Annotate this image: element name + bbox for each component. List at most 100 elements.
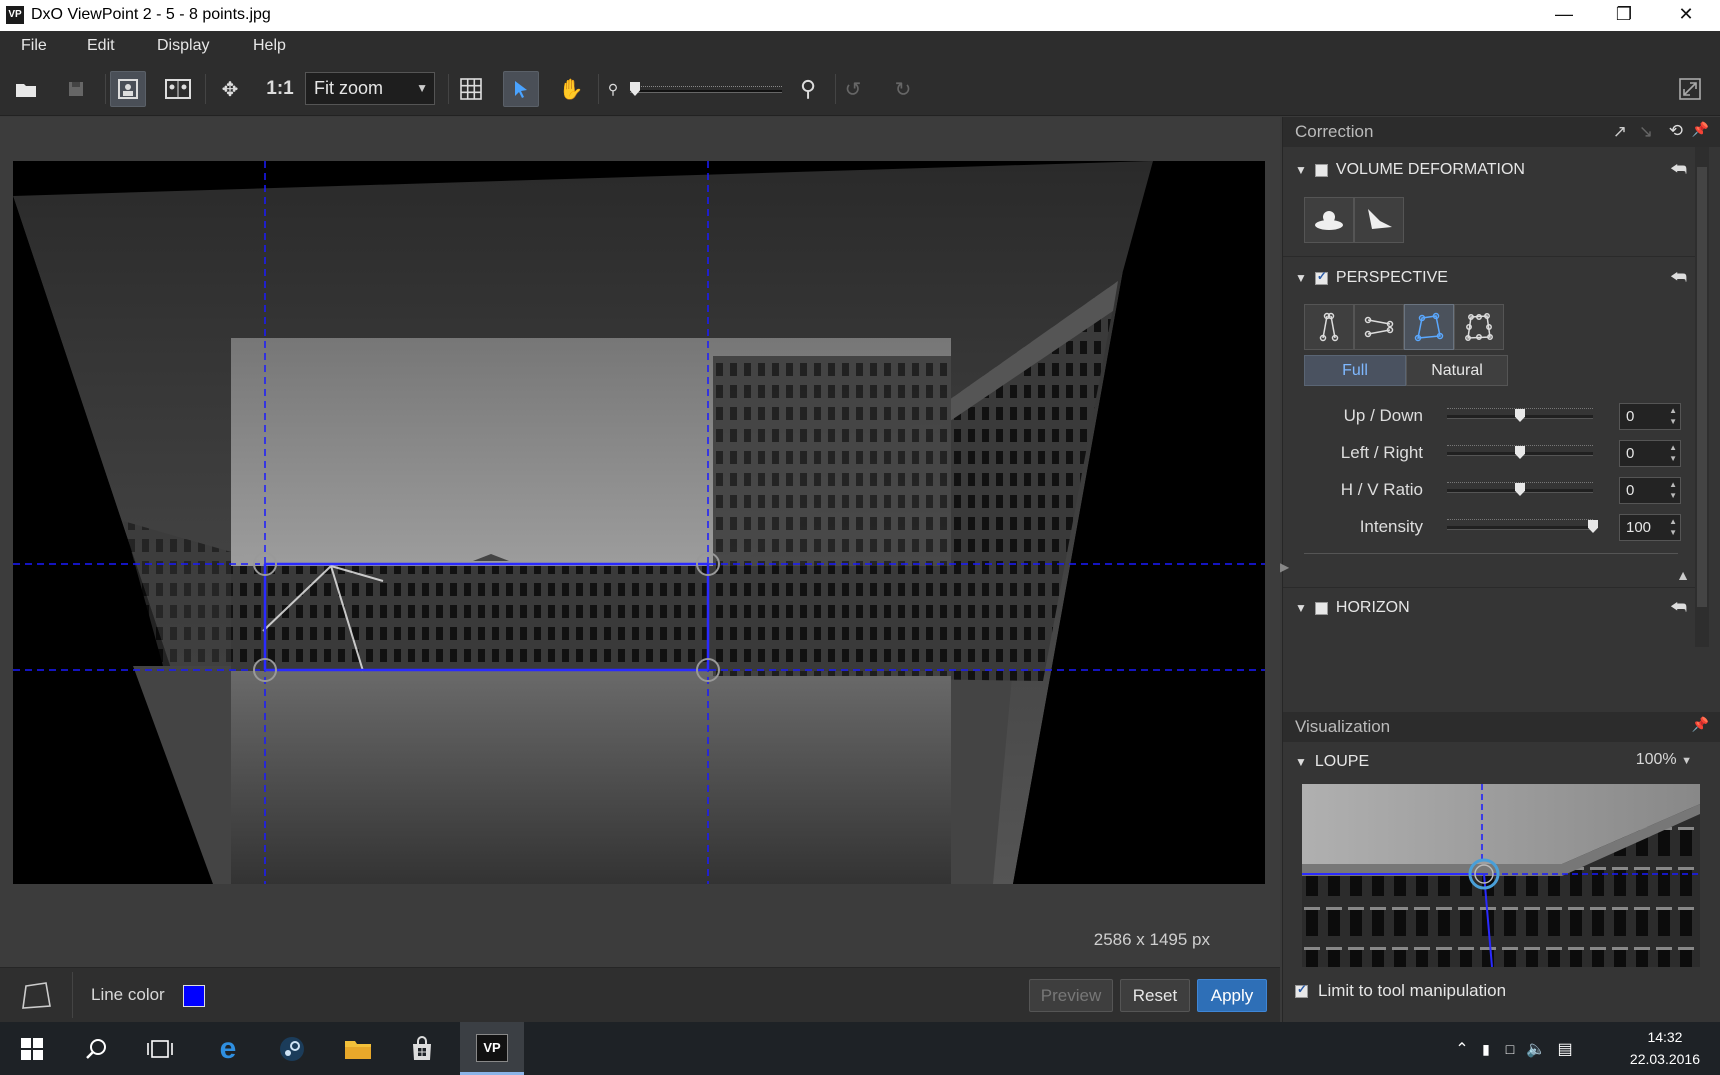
chevron-down-icon: ▼ (1681, 755, 1692, 767)
save-icon[interactable] (58, 71, 94, 107)
slider-label: H / V Ratio (1340, 480, 1423, 499)
grid-icon[interactable] (453, 71, 489, 107)
menu-display[interactable]: Display (157, 37, 209, 55)
battery-icon[interactable]: ▮ (1474, 1030, 1498, 1068)
slider-value-field[interactable]: 0 ▲ ▼ (1619, 440, 1681, 467)
reset-all-icon[interactable]: ⟲ (1669, 121, 1683, 141)
actual-size-button[interactable]: 1:1 (262, 71, 298, 107)
collapse-all-icon[interactable]: ▲ (1676, 567, 1690, 583)
notifications-icon[interactable]: ▤ (1552, 1030, 1578, 1068)
task-view-icon[interactable] (136, 1030, 184, 1068)
vertical-lines-icon[interactable] (1304, 304, 1354, 350)
zoom-select[interactable]: Fit zoom ▼ (305, 72, 435, 105)
chevron-up-icon[interactable]: ⌃ (1450, 1030, 1474, 1068)
restore-button[interactable]: ❐ (1594, 0, 1654, 31)
spinner-arrows-icon[interactable]: ▲ ▼ (1669, 405, 1677, 427)
slider-value-field[interactable]: 0 ▲ ▼ (1619, 403, 1681, 430)
spinner-arrows-icon[interactable]: ▲ ▼ (1669, 442, 1677, 464)
move-icon[interactable]: ✥ (212, 71, 248, 107)
rectangle-4-points-icon[interactable] (1404, 304, 1454, 350)
slider-value: 100 (1626, 519, 1652, 536)
slider-thumb[interactable] (1588, 520, 1598, 533)
slider-thumb[interactable] (1515, 409, 1525, 422)
search-icon[interactable] (72, 1030, 120, 1068)
menu-help[interactable]: Help (253, 37, 286, 55)
pin-icon[interactable]: 📌 (1692, 121, 1709, 138)
collapse-triangle-icon[interactable]: ▼ (1295, 271, 1307, 285)
redo-icon[interactable]: ↻ (885, 71, 921, 107)
preview-button[interactable]: Preview (1029, 979, 1113, 1012)
open-folder-icon[interactable] (8, 71, 44, 107)
limit-to-tool-label: Limit to tool manipulation (1318, 981, 1507, 1000)
network-icon[interactable]: □ (1498, 1030, 1522, 1068)
cylindrical-deformation-icon[interactable] (1304, 197, 1354, 243)
menu-file[interactable]: File (21, 37, 47, 55)
volume-icon[interactable]: 🔈 (1524, 1030, 1548, 1068)
edge-browser-icon[interactable]: e (204, 1030, 252, 1068)
image-dimensions: 2586 x 1495 px (1093, 930, 1210, 949)
store-icon[interactable] (398, 1030, 446, 1068)
minimize-button[interactable]: — (1534, 0, 1594, 31)
mode-natural-button[interactable]: Natural (1406, 355, 1508, 386)
steam-icon[interactable] (268, 1030, 316, 1068)
single-view-icon[interactable] (110, 71, 146, 107)
slider-value: 0 (1626, 482, 1635, 499)
collapse-triangle-icon[interactable]: ▼ (1295, 601, 1307, 615)
collapse-triangle-icon[interactable]: ▼ (1295, 163, 1307, 177)
collapse-triangle-icon[interactable]: ▼ (1295, 755, 1307, 769)
zoom-out-icon[interactable]: ⚲ (603, 71, 623, 107)
dxo-viewpoint-taskbar-button[interactable]: VP (460, 1022, 524, 1075)
line-color-swatch[interactable] (183, 985, 205, 1007)
close-button[interactable]: ✕ (1656, 0, 1716, 31)
fullscreen-icon[interactable] (1672, 71, 1708, 107)
correction-scrollbar[interactable] (1695, 147, 1709, 647)
perspective-checkbox[interactable] (1314, 269, 1328, 285)
slider-track[interactable] (1447, 526, 1593, 530)
horizon-title: HORIZON (1335, 599, 1410, 616)
loupe-zoom-select[interactable]: 100% ▼ (1636, 751, 1692, 769)
spinner-arrows-icon[interactable]: ▲ ▼ (1669, 479, 1677, 501)
spinner-arrows-icon[interactable]: ▲ ▼ (1669, 516, 1677, 538)
horizon-section: ▼ HORIZON ⮪ (1283, 587, 1699, 647)
volume-deformation-checkbox[interactable] (1314, 163, 1328, 177)
compare-view-icon[interactable] (160, 71, 196, 107)
limit-to-tool-row: Limit to tool manipulation (1295, 981, 1506, 1001)
undo-arrow-icon[interactable]: ⮪ (1670, 267, 1687, 288)
menu-bar: File Edit Display Help (0, 31, 1720, 62)
image-canvas[interactable]: 2586 x 1495 px (0, 117, 1280, 967)
perspective-tool-icon[interactable] (20, 980, 54, 1017)
undo-arrow-icon[interactable]: ⮪ (1670, 159, 1687, 180)
pin-icon[interactable]: 📌 (1692, 716, 1709, 733)
reset-button[interactable]: Reset (1120, 979, 1190, 1012)
slider-value-field[interactable]: 100 ▲ ▼ (1619, 514, 1681, 541)
photo-preview[interactable] (13, 161, 1265, 884)
panel-collapse-handle-icon[interactable]: ▶ (1280, 560, 1289, 574)
export-icon[interactable]: ↗ (1613, 122, 1627, 142)
slider-thumb[interactable] (1515, 483, 1525, 496)
zoom-slider[interactable] (630, 82, 782, 96)
zoom-slider-thumb[interactable] (630, 82, 640, 96)
horizon-checkbox[interactable] (1314, 601, 1328, 615)
clock-date: 22.03.2016 (1629, 1051, 1700, 1067)
clock-time: 14:32 (1647, 1029, 1683, 1045)
zoom-in-icon[interactable]: ⚲ (790, 71, 826, 107)
horizontal-lines-icon[interactable] (1354, 304, 1404, 350)
eight-points-icon[interactable] (1454, 304, 1504, 350)
slider-row: H / V Ratio 0 ▲ ▼ (1283, 476, 1699, 506)
hand-tool-icon[interactable]: ✋ (553, 71, 589, 107)
slider-thumb[interactable] (1515, 446, 1525, 459)
slider-label: Intensity (1359, 517, 1423, 536)
windows-start-icon[interactable] (8, 1030, 56, 1068)
system-clock[interactable]: 14:32 22.03.2016 (1630, 1026, 1700, 1070)
apply-button[interactable]: Apply (1197, 979, 1267, 1012)
undo-icon[interactable]: ↺ (835, 71, 871, 107)
mode-full-button[interactable]: Full (1304, 355, 1406, 386)
pointer-tool-icon[interactable] (503, 71, 539, 107)
spherical-deformation-icon[interactable] (1354, 197, 1404, 243)
import-icon[interactable]: ↘ (1639, 122, 1653, 142)
undo-arrow-icon[interactable]: ⮪ (1670, 597, 1687, 618)
limit-to-tool-checkbox[interactable] (1295, 982, 1308, 998)
menu-edit[interactable]: Edit (87, 37, 115, 55)
slider-value-field[interactable]: 0 ▲ ▼ (1619, 477, 1681, 504)
file-explorer-icon[interactable] (334, 1030, 382, 1068)
